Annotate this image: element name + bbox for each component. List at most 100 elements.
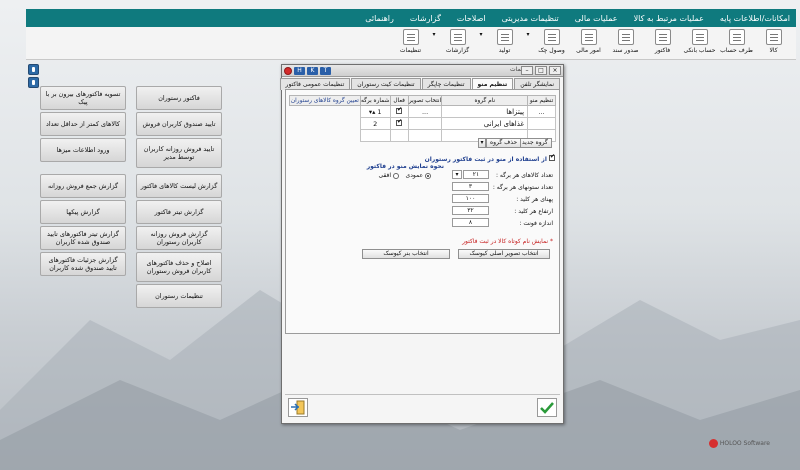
group-name-cell[interactable]: غذاهای ایرانی <box>441 117 529 130</box>
approved-title-report-button[interactable]: گزارش تیتر فاکتورهای تایید صندوق شده کار… <box>40 226 126 250</box>
toolbar-button[interactable]: تنظیمات <box>392 27 429 60</box>
active-checkbox-cell[interactable] <box>389 105 409 118</box>
table-row[interactable]: ... پیتزاها ... 1 ▴▾ <box>290 105 556 118</box>
person-icon <box>728 29 745 45</box>
box-icon <box>765 29 782 45</box>
menu-item[interactable]: امکانات/اطلاعات پایه <box>720 14 790 23</box>
menu-setting-cell[interactable] <box>527 117 556 130</box>
image-select-cell[interactable] <box>407 117 443 130</box>
toolbar-button[interactable]: حساب بانکی <box>681 27 718 60</box>
menu-setting-cell[interactable]: ... <box>527 105 556 118</box>
use-menu-label: از استفاده از منو در ثبت فاکتور رستوران <box>425 153 555 163</box>
field-label: تعداد ستونهای هر برگه : <box>492 184 553 191</box>
daily-total-report-button[interactable]: گزارش جمع فروش روزانه <box>40 174 126 198</box>
invoice-items-report-button[interactable]: گزارش لیست کالاهای فاکتور <box>136 174 222 198</box>
courier-report-button[interactable]: گزارش پیکها <box>40 200 126 224</box>
production-icon <box>496 29 513 45</box>
choose-banner-button[interactable]: انتخاب بنر کیوسک <box>362 249 450 259</box>
table-row[interactable]: غذاهای ایرانی 2 <box>290 117 556 130</box>
toolbar-button[interactable]: کالا <box>755 27 792 60</box>
hotkey-h[interactable]: H <box>294 67 305 75</box>
toolbar-dropdown[interactable]: ▾ <box>476 27 486 60</box>
dropdown-icon[interactable]: ▾ <box>478 138 486 148</box>
menu-item[interactable]: اصلاحات <box>457 14 486 23</box>
dialog-footer <box>285 394 560 420</box>
user-icon[interactable] <box>28 77 39 88</box>
toolbar-button[interactable]: وصول چک <box>533 27 570 60</box>
invoice-title-report-button[interactable]: گزارش تیتر فاکتور <box>136 200 222 224</box>
menu-item[interactable]: عملیات مرتبط به کالا <box>634 14 704 23</box>
bank-icon <box>691 29 708 45</box>
active-checkbox[interactable] <box>396 106 402 114</box>
columns-per-page-field[interactable]: ۳ <box>452 182 489 191</box>
col-header: نام گروه <box>441 95 529 106</box>
manager-approve-button[interactable]: تایید فروش روزانه کاربران توسط مدیر <box>136 138 222 168</box>
horizontal-option[interactable]: افقی <box>379 172 399 179</box>
approved-detail-report-button[interactable]: گزارش جزئیات فاکتورهای تایید صندوق شده ک… <box>40 252 126 276</box>
courier-settlement-button[interactable]: تسویه فاکتورهای بیرون بر با پیک <box>40 86 126 110</box>
active-checkbox-cell[interactable] <box>389 117 409 130</box>
tables-entry-button[interactable]: ورود اطلاعات میزها <box>40 138 126 162</box>
display-heading: نحوه نمایش منو در فاکتور <box>366 163 444 170</box>
group-name-cell[interactable]: پیتزاها <box>441 105 529 118</box>
field-label: پهنای هر کلید : <box>516 196 553 203</box>
edit-delete-invoices-button[interactable]: اصلاح و حذف فاکتورهای کاربران فروش رستور… <box>136 252 222 282</box>
col-header: تنظیم منو <box>527 95 556 106</box>
col-header: فعال <box>389 95 409 106</box>
menu-item[interactable]: راهنمائی <box>365 14 394 23</box>
font-size-field[interactable]: ۸ <box>452 218 489 227</box>
hotkey-k[interactable]: K <box>307 67 318 75</box>
new-group-button[interactable]: گروه جدید <box>518 138 552 148</box>
gear-icon <box>402 29 419 45</box>
col-header: شماره برگه <box>359 95 391 106</box>
field-label: ارتفاع هر کلید : <box>514 208 553 215</box>
toolbar-button[interactable]: فاکتور <box>644 27 681 60</box>
active-checkbox[interactable] <box>396 118 402 126</box>
use-menu-checkbox[interactable] <box>549 153 555 161</box>
toolbar-dropdown[interactable]: ▾ <box>429 27 439 60</box>
vertical-option[interactable]: عمودی <box>406 172 431 179</box>
image-select-cell[interactable]: ... <box>407 105 443 118</box>
minimize-icon[interactable]: – <box>521 66 533 75</box>
finance-icon <box>580 29 597 45</box>
menu-item[interactable]: گزارشات <box>410 14 441 23</box>
vertical-radio[interactable] <box>425 172 431 179</box>
show-short-name-label[interactable]: * نمایش نام کوتاه کالا در ثبت فاکتور <box>462 238 553 245</box>
close-window-icon[interactable]: × <box>549 66 561 75</box>
close-icon[interactable] <box>284 67 292 75</box>
toolbar: کالا طرف حساب حساب بانکی فاکتور صدور سند… <box>26 27 796 60</box>
daily-sales-report-button[interactable]: گزارش فروش روزانه کاربران رستوران <box>136 226 222 250</box>
menu-groups-table: تنظیم منو نام گروه انتخاب تصویر فعال شما… <box>289 95 556 142</box>
key-width-field[interactable]: ۱۰۰ <box>452 194 489 203</box>
settings-dialog: H K T تنظیمات – □ × نمایشگر تلفن تنظیم م… <box>279 64 564 424</box>
toolbar-button[interactable]: صدور سند <box>607 27 644 60</box>
items-per-page-field[interactable]: ۲۱ <box>463 170 489 179</box>
toolbar-dropdown[interactable]: ▾ <box>523 27 533 60</box>
page-number-cell[interactable]: 1 ▴▾ <box>359 105 391 118</box>
sales-cashier-approve-button[interactable]: تایید صندوق کاربران فروش <box>136 112 222 136</box>
restaurant-settings-button[interactable]: تنظیمات رستوران <box>136 284 222 308</box>
field-label: اندازه فونت : <box>519 220 553 227</box>
hotkey-t[interactable]: T <box>320 67 331 75</box>
toolbar-button[interactable]: گزارشات <box>439 27 476 60</box>
low-stock-button[interactable]: کالاهای کمتر از حداقل تعداد <box>40 112 126 136</box>
toolbar-button[interactable]: تولید <box>486 27 523 60</box>
menu-item[interactable]: عملیات مالی <box>575 14 618 23</box>
horizontal-radio[interactable] <box>393 172 399 179</box>
dropdown-icon[interactable]: ▾ <box>452 170 462 179</box>
delete-group-button[interactable]: حذف گروه <box>486 138 522 148</box>
exit-button[interactable] <box>288 398 308 417</box>
toolbar-button[interactable]: امور مالی <box>570 27 607 60</box>
invoice-icon <box>654 29 671 45</box>
maximize-icon[interactable]: □ <box>535 66 547 75</box>
info-icon[interactable] <box>28 64 39 75</box>
toolbar-button[interactable]: طرف حساب <box>718 27 755 60</box>
key-height-field[interactable]: ۳۲ <box>452 206 489 215</box>
restaurant-invoice-button[interactable]: فاکتور رستوران <box>136 86 222 110</box>
menu-item[interactable]: تنظیمات مدیریتی <box>502 14 559 23</box>
exit-icon <box>291 400 305 415</box>
choose-icon-button[interactable]: انتخاب تصویر اصلی کیوسک <box>458 249 550 259</box>
page-number-cell[interactable]: 2 <box>359 117 391 130</box>
confirm-button[interactable] <box>537 398 557 417</box>
main-menu-bar: امکانات/اطلاعات پایه عملیات مرتبط به کال… <box>26 9 796 27</box>
